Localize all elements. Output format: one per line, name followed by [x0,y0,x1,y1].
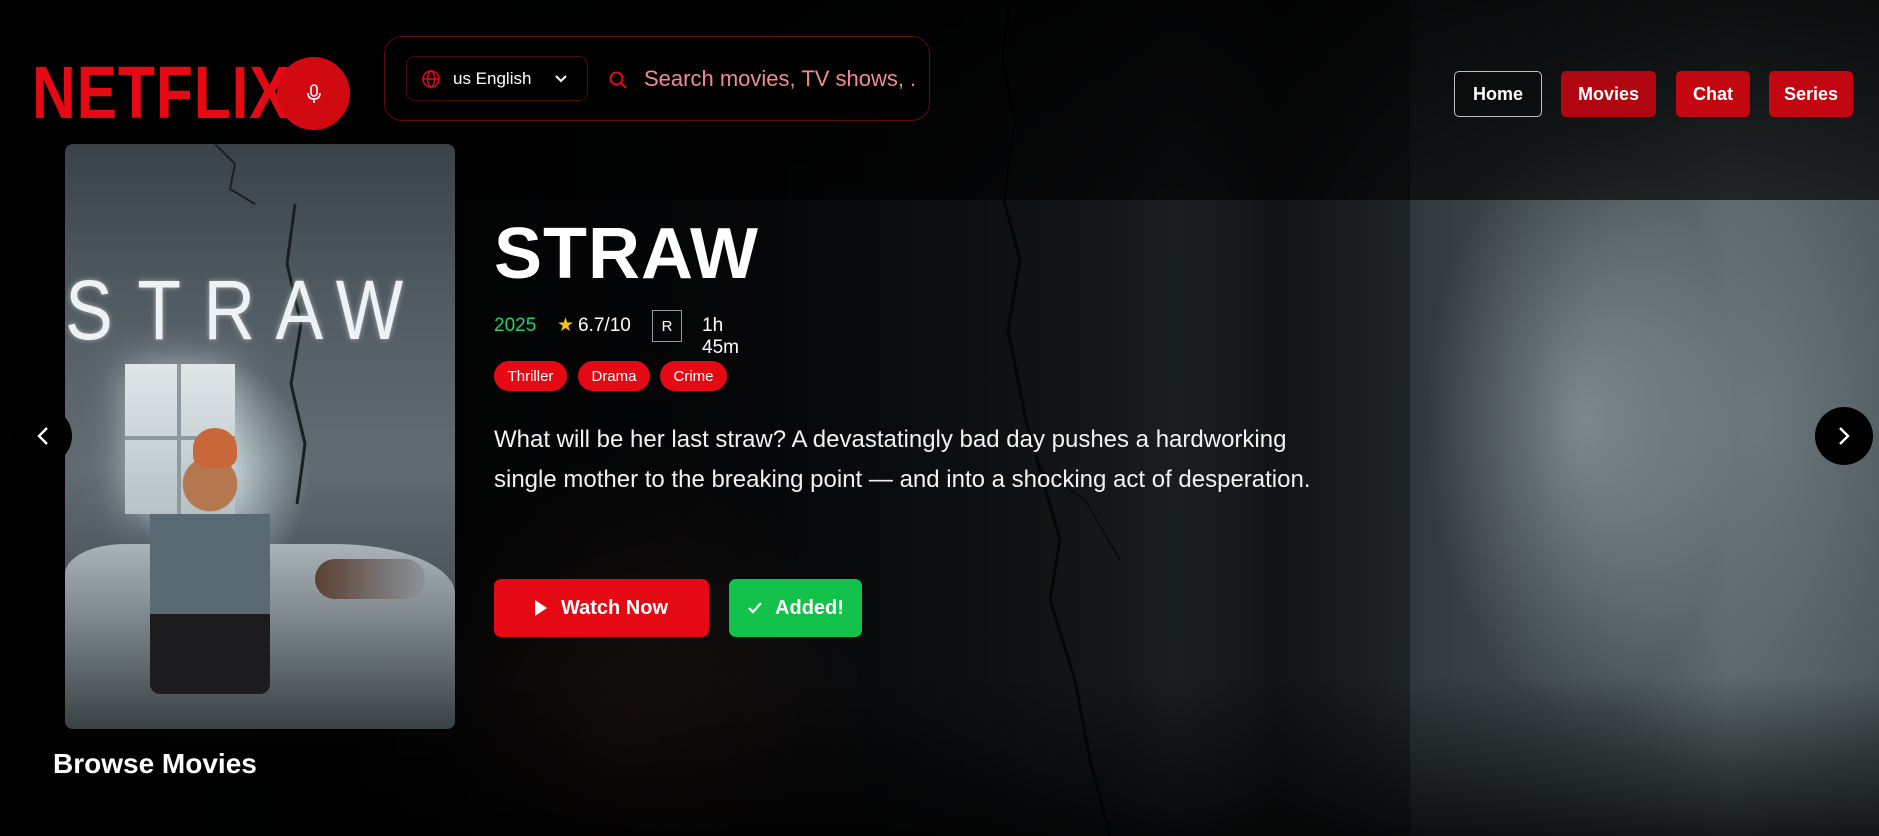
nav-chat-button[interactable]: Chat [1676,71,1750,117]
poster-title-art: S T R A W [65,262,404,359]
poster-letter: R [203,263,256,357]
search-input[interactable] [644,61,914,97]
certification-badge: R [652,310,682,342]
release-year: 2025 [494,315,537,336]
voice-search-button[interactable] [277,57,350,130]
language-select[interactable]: us English [406,56,588,101]
play-icon [534,600,547,616]
nav-movies-button[interactable]: Movies [1561,71,1656,117]
microphone-icon [306,83,321,103]
genre-tag: Thriller [494,361,567,391]
netflix-logo[interactable]: NETFLIX [32,56,291,130]
watch-now-label: Watch Now [560,596,669,619]
language-label: us English [453,68,532,88]
genre-tag: Crime [660,361,727,391]
carousel-prev-button[interactable] [14,407,72,465]
nav-home-button[interactable]: Home [1454,71,1542,117]
added-to-list-button[interactable]: Added! [729,579,862,637]
poster-letter: S [65,263,113,357]
star-icon: ★ [557,315,575,336]
search-icon [609,71,627,89]
search-bar: us English [384,36,930,121]
chevron-right-icon [1839,427,1850,445]
chevron-down-icon [555,75,567,83]
added-label: Added! [775,596,844,619]
browse-movies-heading: Browse Movies [53,748,257,779]
genre-tag: Drama [578,361,650,391]
movie-description: What will be her last straw? A devastati… [494,426,1311,493]
rating-value: 6.7/10 [578,315,631,336]
poster-wall-crack [214,144,307,505]
chevron-left-icon [37,427,48,445]
globe-icon [422,69,440,88]
poster-letter: W [335,263,404,357]
check-icon [748,602,762,614]
movie-title: STRAW [494,214,759,294]
poster-letter: A [275,263,324,357]
poster-letter: T [137,263,181,357]
movie-poster[interactable]: S T R A W [65,144,455,729]
runtime: 1h 45m [702,315,739,358]
page: NETFLIX us English Home Movies Chat S [0,0,1879,836]
watch-now-button[interactable]: Watch Now [494,579,709,637]
nav-series-button[interactable]: Series [1769,71,1853,117]
carousel-next-button[interactable] [1815,407,1873,465]
